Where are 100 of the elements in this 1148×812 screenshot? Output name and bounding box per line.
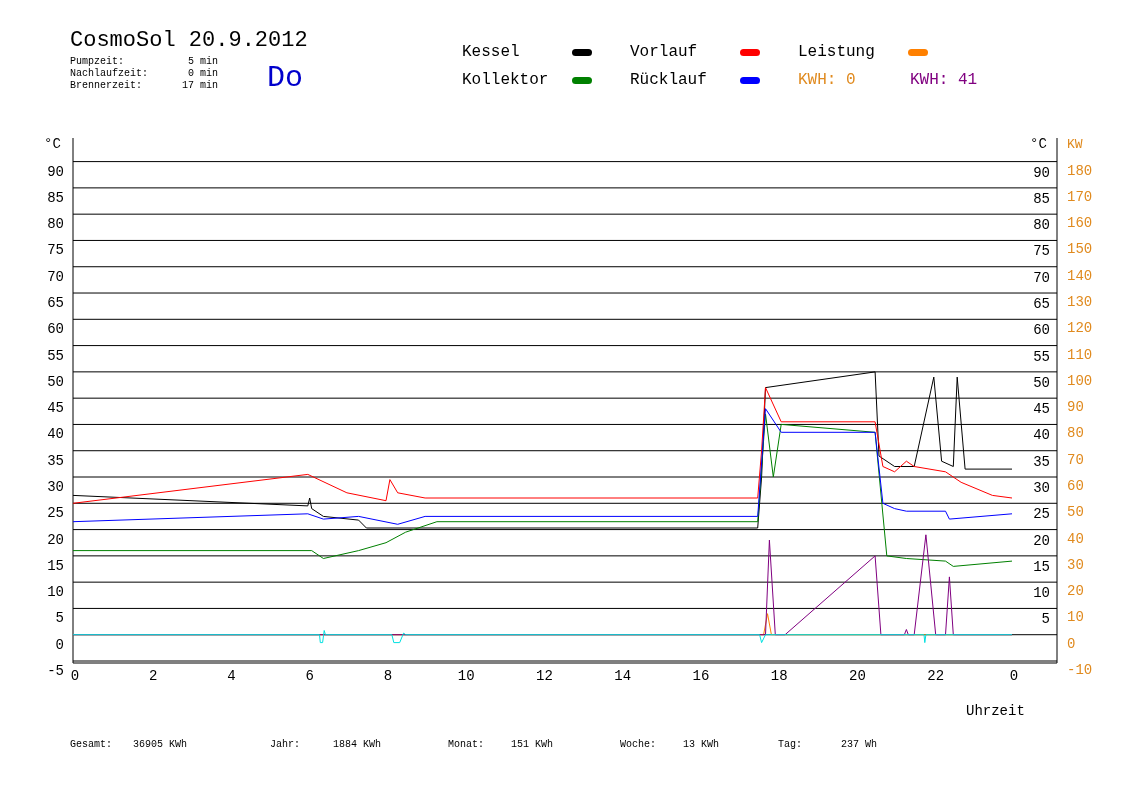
stat-value: 151 KWh	[511, 739, 553, 751]
power-tick-label: -10	[1067, 662, 1093, 678]
stat-label: Tag:	[778, 739, 803, 751]
power-tick-label: 70	[1067, 451, 1084, 468]
power-tick-label: 60	[1067, 478, 1084, 494]
time-label: Nachlaufzeit:	[70, 68, 148, 80]
x-tick-label: 10	[457, 668, 475, 684]
y-tick-label: 75	[1033, 243, 1050, 260]
y-tick-label: 55	[47, 347, 64, 364]
stat-label: Woche:	[620, 739, 657, 751]
power-tick-label: 10	[1067, 609, 1084, 626]
legend-label: Vorlauf	[630, 42, 699, 62]
y-tick-label: 30	[1033, 480, 1050, 496]
power-tick-label: 0	[1067, 635, 1076, 652]
stat-value: 237 Wh	[841, 739, 877, 751]
y-tick-label: 55	[1033, 348, 1050, 365]
time-value: 17 min	[182, 80, 218, 92]
y-tick-label: 35	[1033, 453, 1050, 470]
y-tick-label: 35	[47, 452, 64, 469]
y-tick-label: 80	[47, 216, 64, 233]
y-tick-label: 45	[47, 400, 64, 417]
chart-title: CosmoSol 20.9.2012	[70, 27, 308, 55]
y-tick-label: 45	[1033, 401, 1050, 418]
y-axis-unit: °C	[1030, 136, 1047, 152]
y-tick-label: 25	[1033, 506, 1050, 523]
y-tick-label: 70	[47, 268, 64, 285]
y-tick-label: 15	[47, 557, 64, 574]
power-tick-label: 110	[1067, 346, 1093, 363]
y-tick-label: 90	[47, 163, 64, 180]
time-value: 0 min	[188, 68, 218, 80]
time-label: Brennerzeit:	[70, 80, 142, 92]
x-tick-label: 16	[692, 668, 710, 684]
y-tick-label: 65	[1033, 296, 1050, 312]
y-tick-label: 50	[1033, 374, 1050, 391]
power-tick-label: 160	[1067, 215, 1093, 232]
y-axis-unit: °C	[44, 136, 61, 152]
stat-label: Gesamt:	[70, 739, 113, 751]
power-tick-label: 180	[1067, 162, 1093, 179]
y-tick-label: 85	[1033, 190, 1050, 207]
legend-label: Kollektor	[462, 70, 550, 90]
y-tick-label: 10	[1033, 585, 1050, 602]
x-tick-label: 22	[927, 668, 945, 684]
x-tick-label: 8	[383, 668, 393, 684]
y-tick-label: 5	[55, 610, 64, 627]
stat-value: 13 KWh	[683, 739, 719, 751]
y-tick-label: 40	[1033, 427, 1050, 444]
time-label: Pumpzeit:	[70, 56, 124, 68]
x-tick-label: 6	[305, 668, 314, 684]
y-tick-label: 0	[55, 636, 64, 653]
y-tick-label: 20	[47, 531, 64, 548]
power-tick-label: 40	[1067, 530, 1084, 547]
y-tick-label: 15	[1033, 558, 1050, 575]
power-tick-label: 90	[1067, 399, 1084, 416]
x-tick-label: 0	[1009, 668, 1019, 684]
y-tick-label: 60	[1033, 322, 1050, 339]
time-value: 5 min	[188, 56, 218, 68]
y-tick-label: 60	[47, 321, 64, 338]
x-tick-label: 0	[70, 668, 80, 684]
x-tick-label: 4	[227, 668, 236, 684]
power-tick-label: 130	[1067, 294, 1093, 310]
y-tick-label: 10	[47, 584, 64, 601]
stat-value: 1884 KWh	[333, 739, 381, 751]
kwh-total: KWH: 0	[798, 70, 857, 90]
stat-label: Jahr:	[270, 739, 301, 751]
legend-label: Rücklauf	[630, 70, 708, 90]
y-tick-label: 25	[47, 505, 64, 522]
y-tick-label: 90	[1033, 164, 1050, 181]
y-tick-label: 20	[1033, 532, 1050, 549]
power-tick-label: 50	[1067, 504, 1084, 521]
y-tick-label: 5	[1041, 611, 1050, 628]
y-tick-label: 40	[47, 426, 64, 443]
power-tick-label: 150	[1067, 241, 1093, 258]
power-tick-label: 140	[1067, 267, 1093, 284]
x-tick-label: 20	[849, 668, 866, 684]
x-axis-label: Uhrzeit	[966, 703, 1025, 719]
power-tick-label: 170	[1067, 188, 1093, 205]
x-tick-label: 2	[149, 668, 158, 684]
y-axis-unit: KW	[1067, 137, 1083, 152]
y-tick-label: 50	[47, 373, 64, 390]
kwh-total: KWH: 41	[910, 70, 979, 90]
stat-value: 36905 KWh	[133, 739, 187, 751]
x-tick-label: 14	[614, 668, 632, 684]
power-tick-label: 80	[1067, 425, 1084, 442]
power-tick-label: 120	[1067, 320, 1093, 337]
y-tick-label: 30	[47, 479, 64, 495]
y-tick-label: -5	[47, 663, 64, 679]
y-tick-label: 80	[1033, 217, 1050, 234]
y-tick-label: 65	[47, 295, 64, 311]
x-tick-label: 12	[536, 668, 553, 684]
y-tick-label: 70	[1033, 269, 1050, 286]
stat-label: Monat:	[448, 739, 485, 751]
legend-label: Leistung	[798, 42, 876, 62]
power-tick-label: 20	[1067, 583, 1084, 600]
x-tick-label: 18	[770, 668, 788, 684]
power-tick-label: 100	[1067, 372, 1093, 389]
legend-label: Kessel	[462, 42, 521, 62]
weekday: Do	[267, 60, 304, 96]
power-tick-label: 30	[1067, 556, 1084, 573]
y-tick-label: 85	[47, 189, 64, 206]
y-tick-label: 75	[47, 242, 64, 259]
